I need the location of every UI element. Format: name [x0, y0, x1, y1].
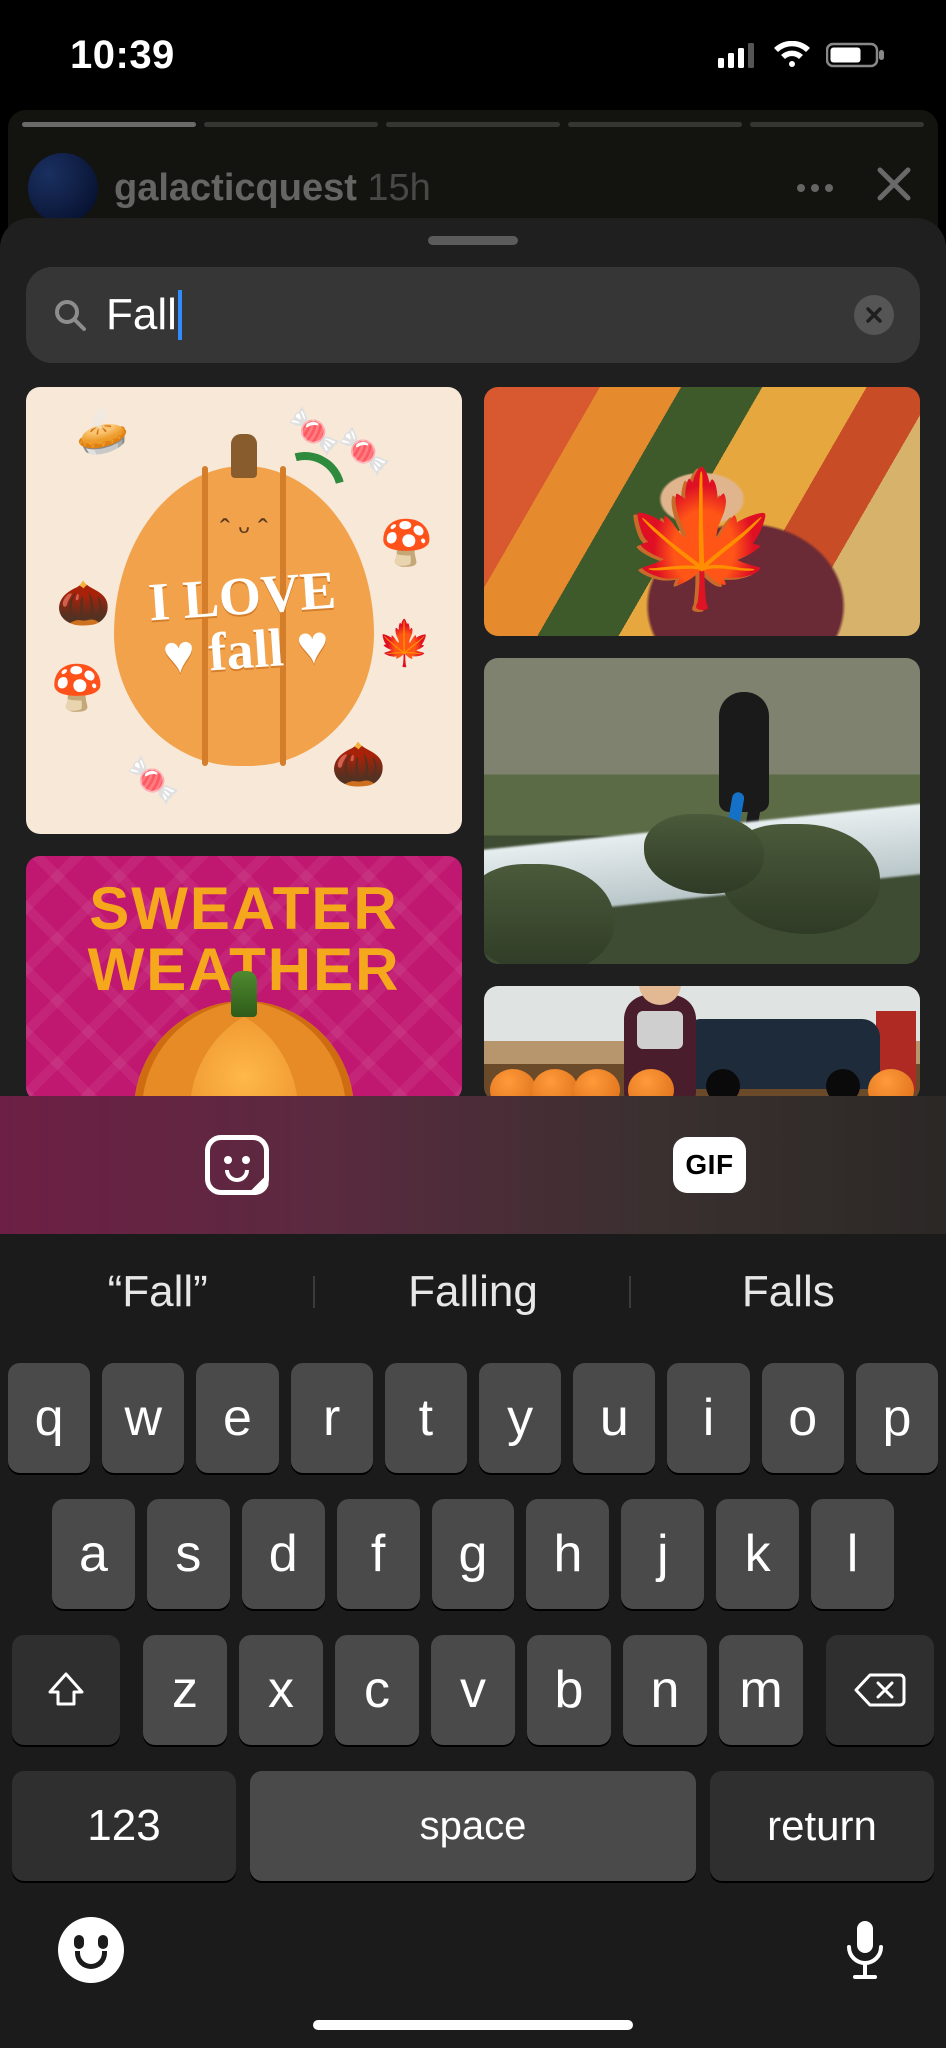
key-c[interactable]: c [335, 1635, 419, 1745]
key-s[interactable]: s [147, 1499, 230, 1609]
pie-icon: 🥧 [68, 399, 134, 463]
home-indicator[interactable] [313, 2020, 633, 2030]
candy-corn-icon: 🍬 [287, 405, 342, 457]
key-w[interactable]: w [102, 1363, 184, 1473]
gif-badge: GIF [673, 1137, 745, 1193]
status-time: 10:39 [70, 33, 175, 78]
clear-search-icon[interactable] [854, 295, 894, 335]
key-space[interactable]: space [250, 1771, 696, 1881]
gif-results-grid: 🥧 🍬 🍬 🍄 🍄 🌰 🍁 🌰 🍬 ˆ ᵕ ˆ I LOVE♥ fall ♥ [0, 363, 946, 1101]
acorn-icon: 🌰 [56, 577, 111, 629]
candy-corn-icon: 🍬 [126, 754, 181, 806]
key-x[interactable]: x [239, 1635, 323, 1745]
key-n[interactable]: n [623, 1635, 707, 1745]
suggestion[interactable]: Falls [631, 1267, 946, 1317]
keyboard-row-2: a s d f g h j k l [8, 1499, 938, 1609]
key-v[interactable]: v [431, 1635, 515, 1745]
key-o[interactable]: o [762, 1363, 844, 1473]
pumpkin-illustration [134, 1001, 354, 1101]
keyboard-row-3: z x c v b n m [8, 1635, 938, 1745]
tab-gif[interactable]: GIF [473, 1096, 946, 1234]
key-z[interactable]: z [143, 1635, 227, 1745]
dictation-icon[interactable] [842, 1917, 888, 1983]
key-shift[interactable] [12, 1635, 120, 1745]
gif-result[interactable]: 🥧 🍬 🍬 🍄 🍄 🌰 🍁 🌰 🍬 ˆ ᵕ ˆ I LOVE♥ fall ♥ [26, 387, 462, 834]
keyboard-row-4: 123 space return [8, 1771, 938, 1881]
key-a[interactable]: a [52, 1499, 135, 1609]
search-value: Fall [106, 290, 836, 340]
key-l[interactable]: l [811, 1499, 894, 1609]
search-input[interactable]: Fall [26, 267, 920, 363]
sheet-grabber[interactable] [428, 236, 518, 245]
key-y[interactable]: y [479, 1363, 561, 1473]
shift-icon [44, 1668, 88, 1712]
sticker-icon [205, 1135, 269, 1195]
key-h[interactable]: h [526, 1499, 609, 1609]
text-cursor [178, 290, 182, 340]
key-b[interactable]: b [527, 1635, 611, 1745]
key-numbers[interactable]: 123 [12, 1771, 236, 1881]
suggestion[interactable]: “Fall” [0, 1267, 315, 1317]
gif-result[interactable] [484, 658, 920, 964]
hiker-figure [719, 692, 769, 812]
key-f[interactable]: f [337, 1499, 420, 1609]
cellular-icon [718, 42, 758, 68]
key-backspace[interactable] [826, 1635, 934, 1745]
gif-result[interactable]: 🍁 [484, 387, 920, 636]
key-m[interactable]: m [719, 1635, 803, 1745]
leaf-icon: 🍁 [377, 617, 432, 669]
status-bar: 10:39 [0, 0, 946, 110]
key-g[interactable]: g [432, 1499, 515, 1609]
keyboard-row-1: q w e r t y u i o p [8, 1363, 938, 1473]
wifi-icon [772, 41, 812, 69]
suggestion[interactable]: Falling [315, 1267, 630, 1317]
key-p[interactable]: p [856, 1363, 938, 1473]
gif-caption: I LOVE♥ fall ♥ [147, 563, 342, 684]
status-icons [718, 41, 886, 69]
maple-leaf-icon: 🍁 [621, 461, 783, 614]
key-d[interactable]: d [242, 1499, 325, 1609]
gif-result[interactable] [484, 986, 920, 1101]
sticker-gif-tabbar: GIF [0, 1096, 946, 1234]
backspace-icon [854, 1671, 906, 1709]
candy-corn-icon: 🍬 [337, 425, 392, 477]
key-t[interactable]: t [385, 1363, 467, 1473]
key-return[interactable]: return [710, 1771, 934, 1881]
key-u[interactable]: u [573, 1363, 655, 1473]
acorn-icon: 🌰 [331, 738, 386, 790]
key-j[interactable]: j [621, 1499, 704, 1609]
keyboard-suggestions: “Fall” Falling Falls [0, 1234, 946, 1349]
mushroom-icon: 🍄 [50, 662, 105, 714]
key-r[interactable]: r [291, 1363, 373, 1473]
search-icon [52, 297, 88, 333]
key-k[interactable]: k [716, 1499, 799, 1609]
key-q[interactable]: q [8, 1363, 90, 1473]
gif-result[interactable]: SWEATERWEATHER [26, 856, 462, 1101]
key-i[interactable]: i [667, 1363, 749, 1473]
gif-picker-sheet: Fall 🥧 🍬 🍬 🍄 🍄 🌰 🍁 🌰 🍬 ˆ ᵕ ˆ [0, 218, 946, 2048]
keyboard: “Fall” Falling Falls q w e r t y u i o p… [0, 1234, 946, 2048]
mushroom-icon: 🍄 [379, 517, 434, 569]
tab-stickers[interactable] [0, 1096, 473, 1234]
battery-icon [826, 41, 886, 69]
key-e[interactable]: e [196, 1363, 278, 1473]
emoji-keyboard-icon[interactable] [58, 1917, 124, 1983]
